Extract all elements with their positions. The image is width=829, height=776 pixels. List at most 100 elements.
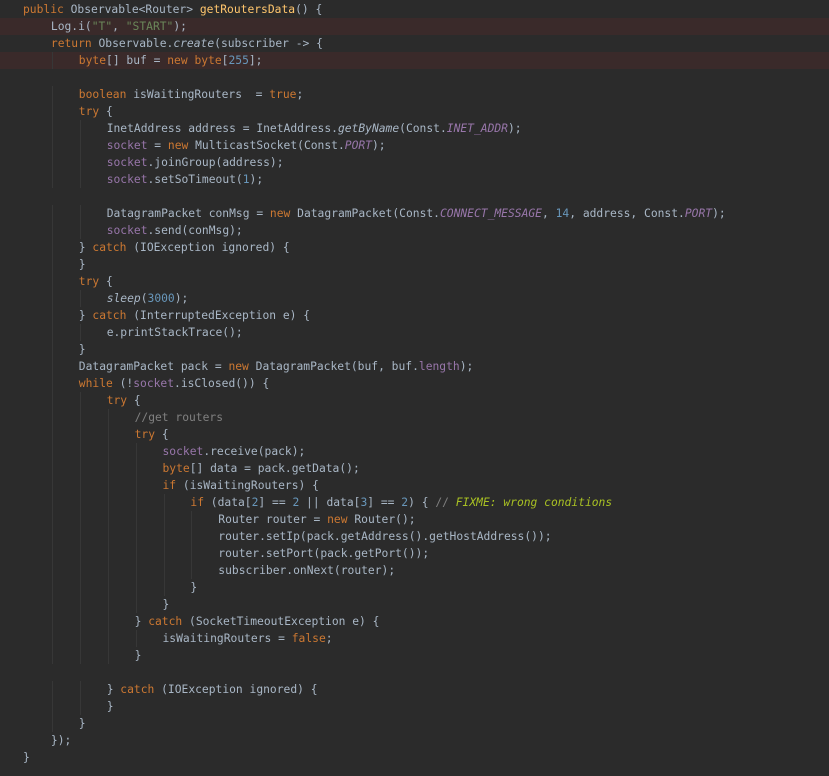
code-text: } — [135, 647, 142, 664]
code-line[interactable]: socket.joinGroup(address); — [0, 154, 829, 171]
code-token: ] == — [367, 496, 402, 509]
code-line[interactable]: try { — [0, 426, 829, 443]
code-token: "START" — [125, 20, 174, 33]
code-line[interactable]: DatagramPacket conMsg = new DatagramPack… — [0, 205, 829, 222]
indent-guide — [79, 528, 81, 545]
code-line[interactable] — [0, 664, 829, 681]
indent-guide — [51, 120, 53, 137]
code-line[interactable]: socket.send(conMsg); — [0, 222, 829, 239]
code-line[interactable]: } catch (IOException ignored) { — [0, 239, 829, 256]
code-line[interactable]: public Observable<Router> getRoutersData… — [0, 1, 829, 18]
indent-guide — [79, 579, 81, 596]
code-line[interactable]: isWaitingRouters = false; — [0, 630, 829, 647]
code-token: ); — [249, 173, 264, 186]
code-token: e.printStackTrace(); — [106, 326, 243, 339]
code-token: }); — [50, 734, 72, 747]
code-line[interactable]: router.setIp(pack.getAddress().getHostAd… — [0, 528, 829, 545]
indent-guide — [51, 273, 53, 290]
code-line[interactable]: } — [0, 341, 829, 358]
indent-guide — [79, 681, 81, 698]
code-editor[interactable]: public Observable<Router> getRoutersData… — [0, 0, 829, 776]
code-text: } catch (SocketTimeoutException e) { — [135, 613, 380, 630]
code-line[interactable] — [0, 188, 829, 205]
code-token: .isClosed()) { — [174, 377, 270, 390]
code-token: 1 — [242, 173, 250, 186]
code-token: new — [327, 513, 355, 526]
code-line[interactable]: return Observable.create(subscriber -> { — [0, 35, 829, 52]
code-line[interactable]: subscriber.onNext(router); — [0, 562, 829, 579]
indent-guide — [79, 613, 81, 630]
code-line[interactable]: DatagramPacket pack = new DatagramPacket… — [0, 358, 829, 375]
code-token: catch — [92, 241, 134, 254]
indent-guide — [51, 528, 53, 545]
code-token: } — [78, 309, 93, 322]
indent-guide — [79, 392, 81, 409]
indent-guide — [163, 511, 165, 528]
code-token: () { — [295, 3, 323, 16]
code-line[interactable]: byte[] data = pack.getData(); — [0, 460, 829, 477]
indent-guide — [51, 409, 53, 426]
code-line[interactable]: sleep(3000); — [0, 290, 829, 307]
code-line[interactable]: //get routers — [0, 409, 829, 426]
code-text: } — [79, 341, 86, 358]
code-line[interactable]: Router router = new Router(); — [0, 511, 829, 528]
code-token: "T" — [91, 20, 113, 33]
code-token: DatagramPacket pack = — [78, 360, 229, 373]
code-token: try — [134, 428, 162, 441]
code-text: try { — [107, 392, 141, 409]
code-token: [] buf = — [106, 54, 168, 67]
code-line[interactable]: } — [0, 715, 829, 732]
code-line[interactable]: } — [0, 579, 829, 596]
code-token: ; — [325, 632, 333, 645]
code-token: .receive(pack); — [203, 445, 306, 458]
code-line[interactable]: if (isWaitingRouters) { — [0, 477, 829, 494]
code-line[interactable]: boolean isWaitingRouters = true; — [0, 86, 829, 103]
code-token: (IOException ignored) { — [161, 683, 318, 696]
indent-guide — [135, 630, 137, 647]
code-token: DatagramPacket(buf, buf. — [255, 360, 419, 373]
indent-guide — [79, 545, 81, 562]
code-token: socket — [106, 224, 148, 237]
code-line[interactable] — [0, 69, 829, 86]
code-line[interactable]: try { — [0, 392, 829, 409]
code-line[interactable]: } — [0, 749, 829, 766]
code-line[interactable]: } catch (SocketTimeoutException e) { — [0, 613, 829, 630]
code-token: new byte — [167, 54, 222, 67]
code-line[interactable]: } — [0, 596, 829, 613]
indent-guide — [107, 596, 109, 613]
code-line[interactable]: }); — [0, 732, 829, 749]
code-line[interactable]: } — [0, 256, 829, 273]
code-token: , — [542, 207, 556, 220]
code-line[interactable]: } — [0, 647, 829, 664]
code-text: byte[] buf = new byte[255]; — [79, 52, 263, 69]
code-line[interactable]: byte[] buf = new byte[255]; — [0, 52, 829, 69]
code-token: (Const. — [399, 122, 447, 135]
code-token: while — [78, 377, 120, 390]
code-line[interactable]: try { — [0, 103, 829, 120]
code-line[interactable]: if (data[2] == 2 || data[3] == 2) { // F… — [0, 494, 829, 511]
indent-guide — [51, 443, 53, 460]
code-token: (SocketTimeoutException e) { — [189, 615, 380, 628]
code-token: INET_ADDR — [446, 122, 508, 135]
code-line[interactable]: } catch (InterruptedException e) { — [0, 307, 829, 324]
code-line[interactable]: InetAddress address = InetAddress.getByN… — [0, 120, 829, 137]
indent-guide — [107, 426, 109, 443]
code-text: } — [107, 698, 114, 715]
code-line[interactable]: router.setPort(pack.getPort()); — [0, 545, 829, 562]
code-token: [] data = pack.getData(); — [189, 462, 360, 475]
code-line[interactable]: } — [0, 698, 829, 715]
code-line[interactable]: socket.setSoTimeout(1); — [0, 171, 829, 188]
code-line[interactable]: try { — [0, 273, 829, 290]
code-line[interactable]: socket.receive(pack); — [0, 443, 829, 460]
code-line[interactable]: } catch (IOException ignored) { — [0, 681, 829, 698]
code-line[interactable]: socket = new MulticastSocket(Const.PORT)… — [0, 137, 829, 154]
code-line[interactable]: Log.i("T", "START"); — [0, 18, 829, 35]
indent-guide — [51, 579, 53, 596]
code-line[interactable]: while (!socket.isClosed()) { — [0, 375, 829, 392]
code-line[interactable]: e.printStackTrace(); — [0, 324, 829, 341]
code-token: i( — [78, 20, 92, 33]
indent-guide — [79, 120, 81, 137]
indent-guide — [163, 545, 165, 562]
indent-guide — [163, 579, 165, 596]
code-token: boolean — [78, 88, 134, 101]
